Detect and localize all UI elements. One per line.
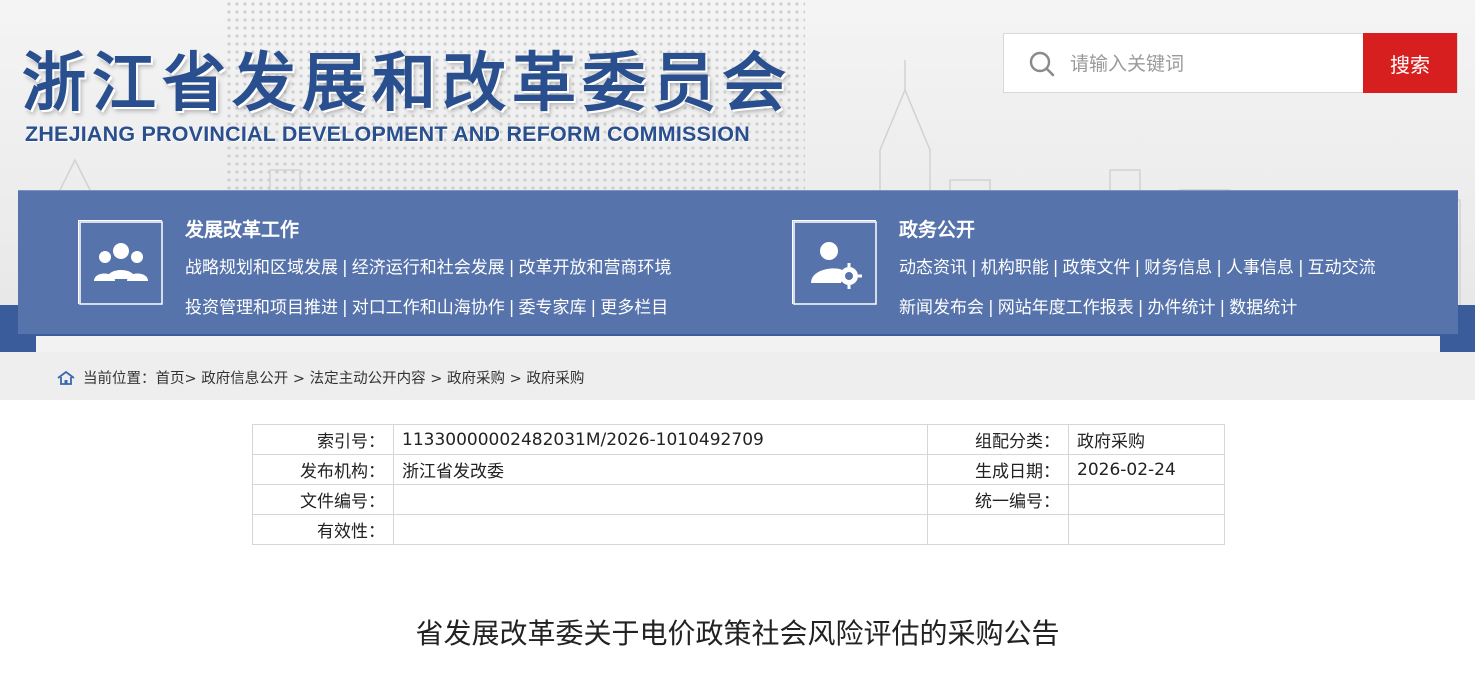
home-icon	[57, 371, 75, 385]
table-row: 发布机构： 浙江省发改委 生成日期： 2026-02-24	[252, 454, 1225, 485]
nav-link-annual-report[interactable]: 网站年度工作报表	[998, 298, 1134, 318]
empty-cell	[1068, 514, 1225, 545]
nav-links-affairs-row2: 新闻发布会 | 网站年度工作报表 | 办件统计 | 数据统计	[899, 298, 1298, 318]
nav-link-investment-management[interactable]: 投资管理和项目推进	[185, 298, 338, 318]
search-box: 搜索	[1003, 33, 1458, 93]
breadcrumb-prefix: 当前位置：	[83, 371, 156, 387]
nav-link-functions[interactable]: 机构职能	[981, 258, 1049, 278]
publisher-label: 发布机构：	[252, 454, 394, 485]
nav-block-government-affairs: 政务公开 动态资讯 | 机构职能 | 政策文件 | 财务信息 | 人事信息 | 互动交流 新闻发布会…	[792, 191, 1452, 335]
nav-link-news[interactable]: 动态资讯	[899, 258, 967, 278]
nav-link-case-statistics[interactable]: 办件统计	[1147, 298, 1215, 318]
empty-cell	[927, 514, 1069, 545]
index-label: 索引号：	[252, 424, 394, 455]
nav-link-data-statistics[interactable]: 数据统计	[1229, 298, 1297, 318]
validity-label: 有效性：	[252, 514, 394, 545]
category-value: 政府采购	[1068, 424, 1225, 455]
nav-link-strategic-planning[interactable]: 战略规划和区域发展	[185, 258, 338, 278]
nav-link-policy-docs[interactable]: 政策文件	[1062, 258, 1130, 278]
category-label: 组配分类：	[927, 424, 1069, 455]
nav-panel-shadow	[36, 336, 1440, 352]
nav-link-more-columns[interactable]: 更多栏目	[600, 298, 668, 318]
date-value: 2026-02-24	[1068, 454, 1225, 485]
docno-value	[393, 484, 928, 515]
search-button[interactable]: 搜索	[1363, 33, 1457, 93]
nav-link-press-conference[interactable]: 新闻发布会	[899, 298, 984, 318]
nav-link-finance-info[interactable]: 财务信息	[1144, 258, 1212, 278]
date-label: 生成日期：	[927, 454, 1069, 485]
breadcrumb-procurement[interactable]: 政府采购	[447, 371, 505, 387]
breadcrumb: 当前位置：首页> 政府信息公开 > 法定主动公开内容 > 政府采购 > 政府采购	[57, 367, 584, 388]
user-gear-icon	[792, 220, 877, 305]
site-title: 浙江省发展和改革委员会	[22, 47, 792, 121]
nav-link-counterpart-work[interactable]: 对口工作和山海协作	[352, 298, 505, 318]
nav-link-expert-database[interactable]: 委专家库	[518, 298, 586, 318]
main-nav-panel: 发展改革工作 战略规划和区域发展 | 经济运行和社会发展 | 改革开放和营商环境 投资管…	[18, 190, 1458, 334]
breadcrumb-home[interactable]: 首页	[156, 371, 185, 387]
search-icon	[1029, 51, 1055, 77]
nav-links-affairs-row1: 动态资讯 | 机构职能 | 政策文件 | 财务信息 | 人事信息 | 互动交流	[899, 258, 1376, 278]
nav-block-reform-work: 发展改革工作 战略规划和区域发展 | 经济运行和社会发展 | 改革开放和营商环境 投资管…	[78, 191, 778, 335]
site-subtitle: ZHEJIANG PROVINCIAL DEVELOPMENT AND REFO…	[25, 122, 750, 146]
nav-link-economic-operation[interactable]: 经济运行和社会发展	[352, 258, 505, 278]
nav-link-personnel-info[interactable]: 人事信息	[1226, 258, 1294, 278]
uniform-value	[1068, 484, 1225, 515]
breadcrumb-bar: 当前位置：首页> 政府信息公开 > 法定主动公开内容 > 政府采购 > 政府采购	[0, 352, 1475, 400]
table-row: 索引号： 11330000002482031M/2026-1010492709 …	[252, 424, 1225, 455]
breadcrumb-procurement-current[interactable]: 政府采购	[526, 371, 584, 387]
table-row: 文件编号： 统一编号：	[252, 484, 1225, 515]
nav-links-reform-row1: 战略规划和区域发展 | 经济运行和社会发展 | 改革开放和营商环境	[185, 258, 672, 278]
nav-links-reform-row2: 投资管理和项目推进 | 对口工作和山海协作 | 委专家库 | 更多栏目	[185, 298, 669, 318]
nav-heading-reform-work[interactable]: 发展改革工作	[185, 215, 299, 242]
index-value: 11330000002482031M/2026-1010492709	[393, 424, 928, 455]
table-row: 有效性：	[252, 514, 1225, 545]
breadcrumb-statutory-content[interactable]: 法定主动公开内容	[310, 371, 426, 387]
uniform-label: 统一编号：	[927, 484, 1069, 515]
document-metadata-table: 索引号： 11330000002482031M/2026-1010492709 …	[252, 424, 1225, 545]
validity-value	[393, 514, 928, 545]
nav-link-reform-opening[interactable]: 改革开放和营商环境	[518, 258, 671, 278]
nav-link-interaction[interactable]: 互动交流	[1308, 258, 1376, 278]
docno-label: 文件编号：	[252, 484, 394, 515]
publisher-value: 浙江省发改委	[393, 454, 928, 485]
nav-heading-government-affairs[interactable]: 政务公开	[899, 215, 975, 242]
people-group-icon	[78, 220, 163, 305]
search-input[interactable]	[1070, 48, 1360, 80]
breadcrumb-gov-info[interactable]: 政府信息公开	[201, 371, 288, 387]
article-title: 省发展改革委关于电价政策社会风险评估的采购公告	[415, 617, 1060, 650]
